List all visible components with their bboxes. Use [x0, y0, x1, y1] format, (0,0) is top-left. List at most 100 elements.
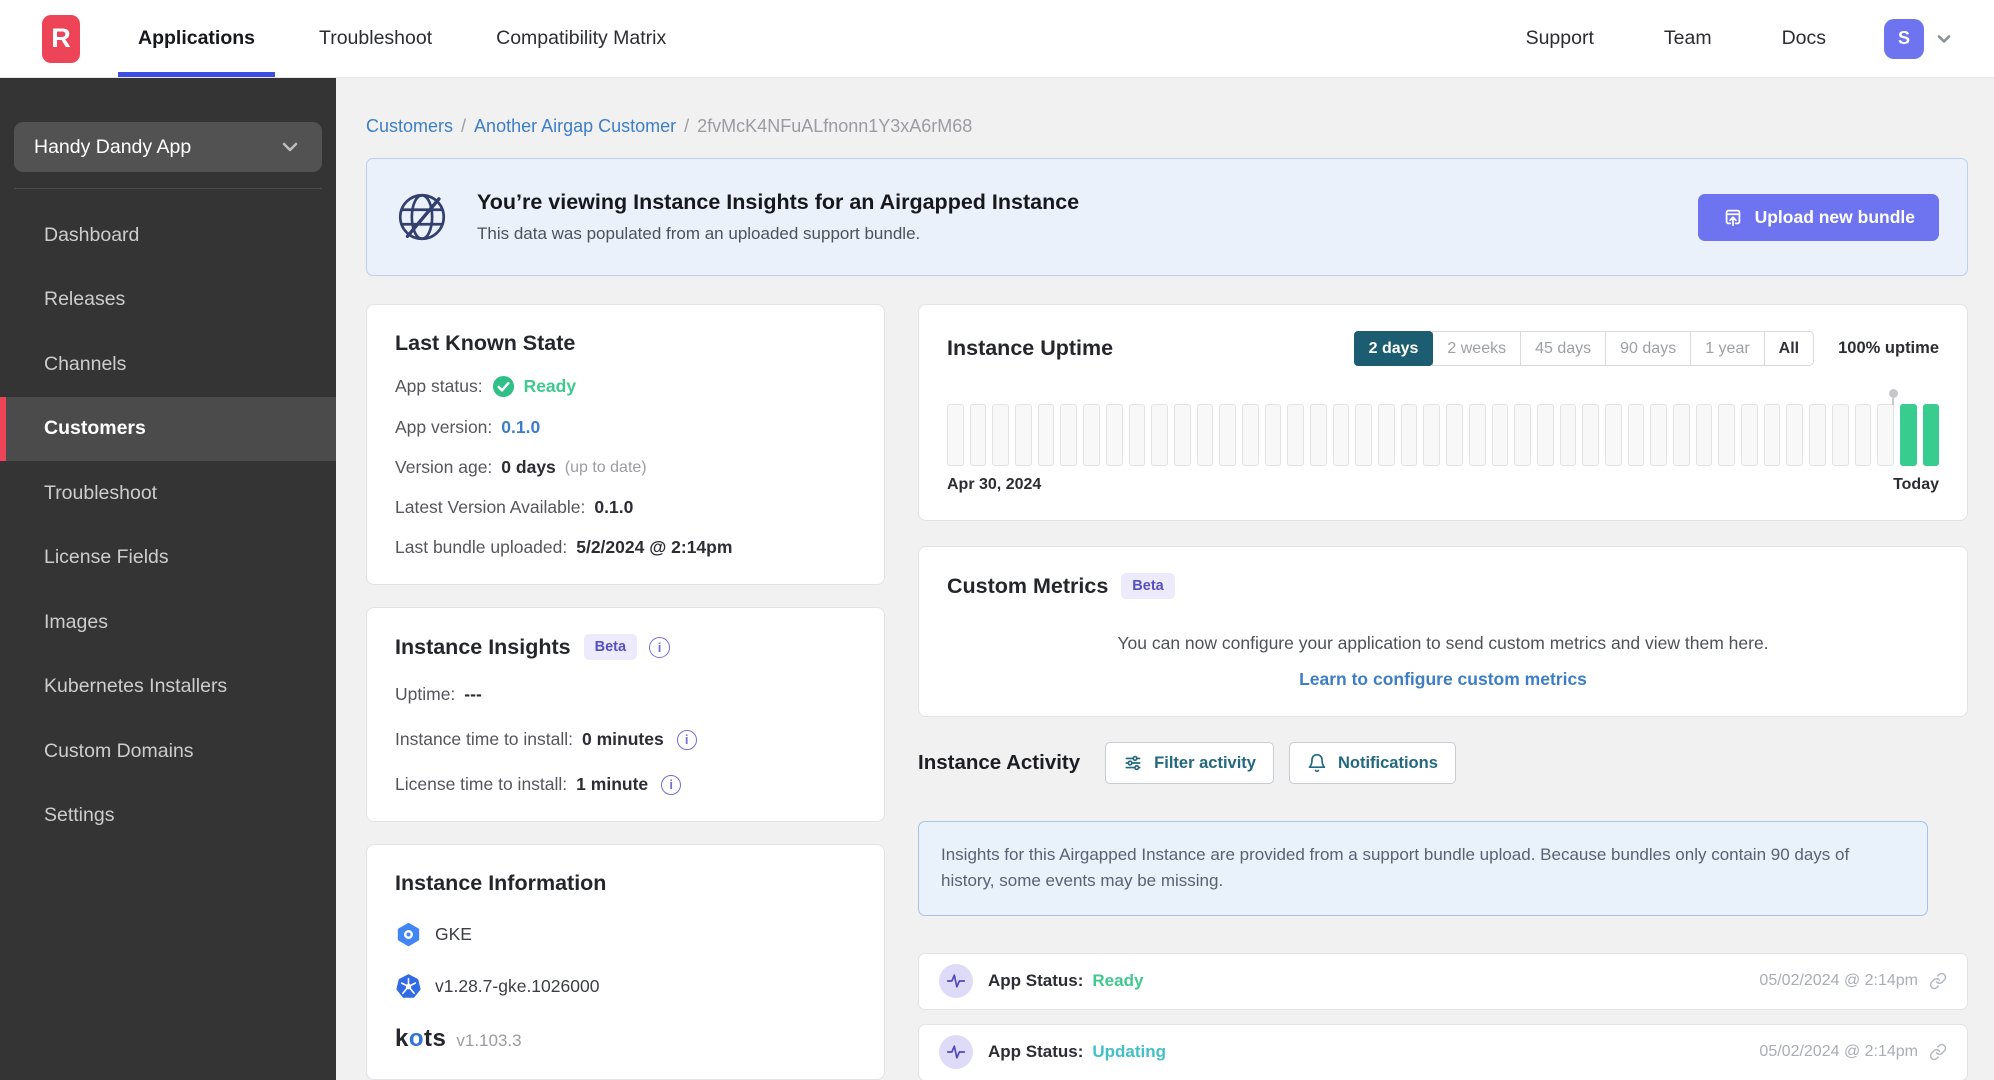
permalink-icon[interactable] [1929, 1043, 1947, 1061]
instance-time-to-install-row: Instance time to install: 0 minutes i [395, 729, 856, 750]
range-2-weeks[interactable]: 2 weeks [1432, 331, 1522, 366]
uptime-bar-no-data[interactable] [1310, 404, 1327, 466]
nav-team[interactable]: Team [1664, 27, 1712, 50]
nav-applications[interactable]: Applications [117, 0, 276, 77]
uptime-bar-no-data[interactable] [1877, 389, 1898, 466]
configure-custom-metrics-link[interactable]: Learn to configure custom metrics [947, 669, 1939, 690]
uptime-bar-no-data[interactable] [969, 404, 987, 466]
sidebar-item-troubleshoot[interactable]: Troubleshoot [0, 461, 336, 526]
axis-start-label: Apr 30, 2024 [947, 476, 1042, 493]
uptime-bar-no-data[interactable] [1083, 404, 1100, 466]
uptime-bar-no-data[interactable] [1786, 404, 1804, 466]
uptime-bar-no-data[interactable] [1559, 404, 1577, 466]
sidebar-item-channels[interactable]: Channels [0, 332, 336, 397]
breadcrumb: Customers / Another Airgap Customer / 2f… [366, 114, 1968, 138]
uptime-bar-no-data[interactable] [1604, 404, 1622, 466]
sidebar-item-dashboard[interactable]: Dashboard [0, 203, 336, 268]
filter-activity-button[interactable]: Filter activity [1105, 742, 1274, 784]
uptime-bar-no-data[interactable] [1241, 404, 1259, 466]
event-timestamp: 05/02/2024 @ 2:14pm [1759, 972, 1918, 990]
sidebar-item-releases[interactable]: Releases [0, 268, 336, 333]
sidebar-item-license-fields[interactable]: License Fields [0, 526, 336, 591]
upload-new-bundle-button[interactable]: Upload new bundle [1697, 193, 1939, 241]
uptime-bar-no-data[interactable] [1378, 404, 1395, 466]
k8s-version-value: v1.28.7-gke.1026000 [435, 976, 600, 996]
uptime-bar-no-data[interactable] [1173, 404, 1191, 466]
primary-nav: Applications Troubleshoot Compatibility … [117, 0, 730, 77]
uptime-bar-no-data[interactable] [1264, 404, 1282, 466]
range-45-days[interactable]: 45 days [1520, 331, 1607, 366]
instance-activity-header: Instance Activity Filter activity Notifi… [918, 742, 1968, 784]
uptime-bar-no-data[interactable] [1015, 404, 1032, 466]
instance-uptime-card: Instance Uptime 2 days 2 weeks 45 days 9… [918, 304, 1968, 521]
uptime-bar-no-data[interactable] [1287, 404, 1304, 466]
sidebar-item-custom-domains[interactable]: Custom Domains [0, 719, 336, 784]
uptime-bar-no-data[interactable] [1468, 404, 1486, 466]
app-version-link[interactable]: 0.1.0 [501, 417, 540, 438]
uptime-bar-no-data[interactable] [1536, 404, 1554, 466]
breadcrumb-customer-name[interactable]: Another Airgap Customer [474, 116, 676, 137]
uptime-bar-no-data[interactable] [1718, 404, 1736, 466]
license-install-value: 1 minute [576, 774, 649, 794]
chevron-down-icon [1937, 34, 1951, 43]
uptime-bar-no-data[interactable] [1491, 404, 1509, 466]
uptime-bar-no-data[interactable] [1695, 404, 1713, 466]
uptime-bar-no-data[interactable] [1400, 404, 1418, 466]
row-label: Last bundle uploaded: [395, 537, 568, 557]
sidebar-item-images[interactable]: Images [0, 590, 336, 655]
range-90-days[interactable]: 90 days [1605, 331, 1692, 366]
uptime-bar-no-data[interactable] [947, 404, 964, 466]
nav-docs[interactable]: Docs [1782, 27, 1826, 50]
range-1-year[interactable]: 1 year [1690, 331, 1765, 366]
uptime-bar-no-data[interactable] [1151, 404, 1168, 466]
uptime-bar-no-data[interactable] [1219, 404, 1236, 466]
sidebar-item-kubernetes-installers[interactable]: Kubernetes Installers [0, 655, 336, 720]
sidebar-item-customers[interactable]: Customers [0, 396, 336, 461]
sidebar-item-settings[interactable]: Settings [0, 784, 336, 849]
info-icon[interactable]: i [649, 636, 671, 658]
event-label: App Status: [988, 1042, 1084, 1062]
uptime-bar-no-data[interactable] [992, 404, 1010, 466]
activity-event-row[interactable]: App Status: Updating 05/02/2024 @ 2:14pm [918, 1023, 1968, 1080]
permalink-icon[interactable] [1929, 972, 1947, 990]
uptime-bar-up[interactable] [1899, 404, 1917, 466]
latest-version-value: 0.1.0 [594, 497, 634, 517]
uptime-bar-no-data[interactable] [1355, 404, 1373, 466]
uptime-bar-no-data[interactable] [1650, 404, 1667, 466]
notifications-button[interactable]: Notifications [1288, 742, 1456, 784]
uptime-bar-no-data[interactable] [1673, 404, 1690, 466]
uptime-bar-no-data[interactable] [1423, 404, 1441, 466]
replicated-logo[interactable]: R [42, 14, 80, 63]
app-sidebar: Handy Dandy App Dashboard Releases Chann… [0, 78, 336, 1080]
range-2-days[interactable]: 2 days [1353, 331, 1434, 366]
uptime-bar-no-data[interactable] [1582, 404, 1599, 466]
uptime-bar-no-data[interactable] [1854, 404, 1872, 466]
app-version-row: App version: 0.1.0 [395, 417, 856, 438]
account-menu[interactable]: S [1884, 18, 1954, 59]
uptime-bar-no-data[interactable] [1060, 404, 1078, 466]
nav-compatibility-matrix[interactable]: Compatibility Matrix [496, 0, 666, 77]
uptime-bar-no-data[interactable] [1763, 404, 1781, 466]
range-all[interactable]: All [1763, 331, 1815, 366]
nav-support[interactable]: Support [1526, 27, 1594, 50]
uptime-bar-no-data[interactable] [1105, 404, 1123, 466]
uptime-bar-no-data[interactable] [1037, 404, 1055, 466]
breadcrumb-customers[interactable]: Customers [366, 116, 453, 137]
uptime-bar-no-data[interactable] [1809, 404, 1826, 466]
uptime-bar-no-data[interactable] [1514, 404, 1531, 466]
uptime-bar-no-data[interactable] [1446, 404, 1463, 466]
info-icon[interactable]: i [676, 729, 697, 750]
uptime-bar-no-data[interactable] [1128, 404, 1146, 466]
banner-subtitle: This data was populated from an uploaded… [477, 224, 921, 243]
app-selector-dropdown[interactable]: Handy Dandy App [14, 122, 322, 172]
nav-troubleshoot[interactable]: Troubleshoot [319, 0, 432, 77]
uptime-bar-no-data[interactable] [1741, 404, 1758, 466]
uptime-bar-no-data[interactable] [1627, 404, 1645, 466]
info-icon[interactable]: i [661, 774, 682, 795]
uptime-bar-no-data[interactable] [1196, 404, 1214, 466]
airgap-banner: You’re viewing Instance Insights for an … [366, 158, 1968, 276]
uptime-bar-no-data[interactable] [1332, 404, 1350, 466]
uptime-bar-up[interactable] [1922, 404, 1940, 466]
activity-event-row[interactable]: App Status: Ready 05/02/2024 @ 2:14pm [918, 952, 1968, 1010]
uptime-bar-no-data[interactable] [1831, 404, 1849, 466]
